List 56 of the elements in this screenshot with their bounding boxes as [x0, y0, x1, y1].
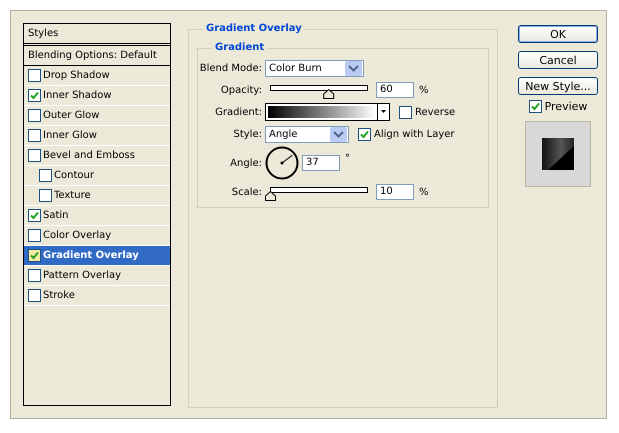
unit-label: % — [418, 84, 429, 96]
dialog-button[interactable]: Cancel — [518, 51, 598, 69]
list-item[interactable]: Inner Shadow — [24, 86, 170, 106]
checkbox[interactable] — [28, 229, 41, 242]
blend-mode-dropdown[interactable]: Color Burn — [265, 60, 364, 76]
list-item[interactable]: Texture — [24, 186, 170, 206]
list-item[interactable]: Contour — [24, 166, 170, 186]
list-item[interactable]: Bevel and Emboss — [24, 146, 170, 166]
field-label: Angle: — [229, 158, 262, 168]
align-option[interactable]: Align with Layer — [358, 128, 455, 140]
slider-thumb[interactable] — [323, 88, 334, 99]
panel-title: Styles — [24, 24, 170, 46]
input-field[interactable]: 37 — [302, 155, 340, 171]
checkbox[interactable] — [358, 128, 371, 140]
dialog-button[interactable]: New Style... — [518, 77, 598, 95]
gradient-picker[interactable] — [265, 103, 390, 121]
angle-dial[interactable] — [265, 146, 299, 180]
checkbox[interactable] — [28, 69, 41, 82]
checkbox[interactable] — [28, 289, 41, 302]
list-item[interactable]: Pattern Overlay — [24, 266, 170, 286]
checkbox[interactable] — [39, 169, 52, 182]
dropdown-arrow-icon[interactable] — [377, 104, 389, 120]
style-dropdown[interactable]: Angle — [265, 126, 349, 142]
group-title: Gradient Overlay — [203, 23, 305, 34]
list-item[interactable]: Satin — [24, 206, 170, 226]
checkbox[interactable] — [28, 269, 41, 282]
field-label: Scale: — [230, 186, 262, 198]
list-item[interactable]: Stroke — [24, 286, 170, 306]
checkbox[interactable] — [28, 249, 41, 262]
checkbox[interactable] — [28, 89, 41, 102]
list-item[interactable]: Inner Glow — [24, 126, 170, 146]
checkbox[interactable] — [399, 106, 412, 118]
list-item[interactable]: Blending Options: Default — [24, 46, 170, 66]
slider-thumb[interactable] — [265, 190, 276, 201]
preview-option[interactable]: Preview — [528, 100, 588, 113]
list-item[interactable]: Drop Shadow — [24, 66, 170, 86]
unit-label: ° — [344, 153, 350, 164]
checkbox[interactable] — [528, 100, 542, 113]
unit-label: % — [418, 186, 429, 198]
preview-swatch-icon — [542, 138, 574, 170]
input-field[interactable]: 10 — [376, 184, 414, 200]
group-title: Gradient — [212, 42, 268, 53]
checkbox[interactable] — [28, 209, 41, 222]
checkbox[interactable] — [28, 129, 41, 142]
reverse-option[interactable]: Reverse — [399, 106, 456, 118]
checkbox[interactable] — [39, 189, 52, 202]
field-label: Blend Mode: — [198, 62, 262, 74]
checkbox[interactable] — [28, 149, 41, 162]
field-label: Style: — [232, 128, 262, 140]
list-item[interactable]: Outer Glow — [24, 106, 170, 126]
list-item[interactable]: Gradient Overlay — [24, 246, 170, 266]
field-label: Gradient: — [214, 106, 262, 118]
field-label: Opacity: — [220, 84, 262, 96]
dialog-button[interactable]: OK — [518, 25, 598, 43]
input-field[interactable]: 60 — [376, 82, 414, 98]
checkbox[interactable] — [28, 109, 41, 122]
